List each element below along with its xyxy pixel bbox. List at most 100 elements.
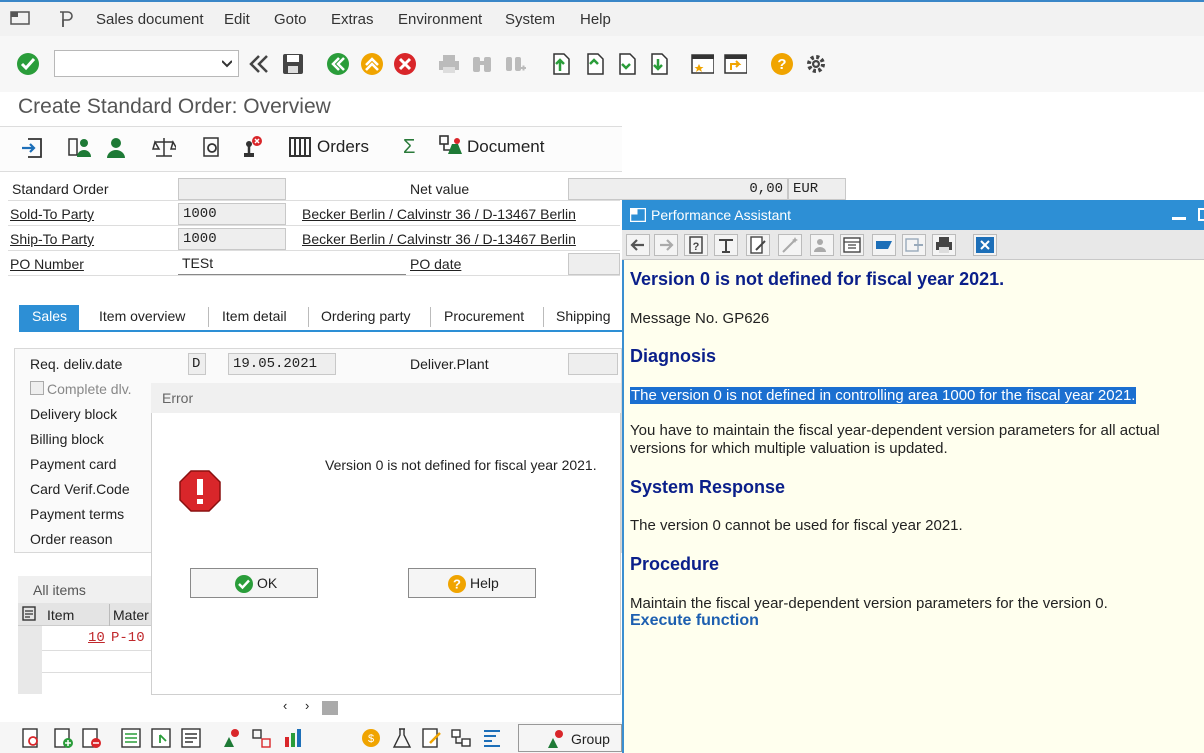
- last-page-icon[interactable]: [646, 52, 670, 76]
- orders-table-icon[interactable]: [289, 136, 313, 158]
- new-session-icon[interactable]: [690, 52, 714, 76]
- col-material-header[interactable]: Mater: [113, 607, 149, 623]
- balance-scale-icon[interactable]: [152, 135, 176, 159]
- flask-icon[interactable]: [390, 727, 414, 749]
- orders-button[interactable]: Orders: [317, 137, 369, 157]
- error-dialog-title: Error: [162, 390, 194, 406]
- technical-info-icon[interactable]: ?: [684, 234, 708, 256]
- scroll-thumb[interactable]: [322, 701, 338, 715]
- pricing-chart-icon[interactable]: [282, 727, 306, 749]
- menu-goto[interactable]: Goto: [274, 11, 307, 28]
- printer-icon[interactable]: [932, 234, 956, 256]
- menu-environment[interactable]: Environment: [398, 11, 482, 28]
- chevron-down-icon[interactable]: [222, 60, 232, 68]
- sigma-icon[interactable]: Σ: [403, 136, 415, 159]
- tab-shipping[interactable]: Shipping: [556, 305, 611, 329]
- insert-row-icon[interactable]: [52, 727, 74, 749]
- col-item-header[interactable]: Item: [47, 607, 74, 623]
- scroll-right-icon[interactable]: ›: [305, 698, 309, 713]
- enter-check-icon[interactable]: [16, 52, 40, 76]
- group-button[interactable]: Group: [518, 724, 622, 752]
- print-preview-icon[interactable]: [200, 135, 224, 159]
- sap-menu-icon[interactable]: [10, 10, 30, 26]
- configuration-icon[interactable]: [220, 727, 244, 749]
- cancel-icon[interactable]: [393, 52, 417, 76]
- req-deliv-date-field[interactable]: 19.05.2021: [228, 353, 336, 375]
- help-button[interactable]: ? Help: [408, 568, 536, 598]
- delete-block-icon[interactable]: [238, 135, 264, 159]
- complete-dlv-checkbox[interactable]: [30, 381, 44, 395]
- sort-icon[interactable]: [480, 727, 504, 749]
- ship-to-field[interactable]: 1000: [178, 228, 286, 250]
- sold-to-label[interactable]: Sold-To Party: [10, 206, 94, 222]
- order-number-field[interactable]: [178, 178, 286, 200]
- exit-icon[interactable]: [360, 52, 384, 76]
- tab-ordering-party[interactable]: Ordering party: [321, 305, 410, 329]
- close-panel-icon[interactable]: [973, 234, 997, 256]
- tab-procurement[interactable]: Procurement: [444, 305, 524, 329]
- sold-to-field[interactable]: 1000: [178, 203, 286, 225]
- collapse-command-icon[interactable]: [247, 52, 271, 76]
- select-all-icon[interactable]: [120, 727, 142, 749]
- menu-system[interactable]: System: [505, 11, 555, 28]
- deliver-plant-field[interactable]: [568, 353, 618, 375]
- schedule-lines-icon[interactable]: [250, 727, 274, 749]
- document-flow-icon[interactable]: [438, 134, 464, 160]
- ship-to-address[interactable]: Becker Berlin / Calvinstr 36 / D-13467 B…: [302, 231, 576, 247]
- minimize-icon[interactable]: [1172, 217, 1186, 220]
- display-document-icon[interactable]: [20, 136, 44, 160]
- maximize-icon[interactable]: [1198, 208, 1204, 221]
- delivery-block-label: Delivery block: [30, 406, 118, 422]
- scroll-left-icon[interactable]: ‹: [283, 698, 287, 713]
- calendar-icon[interactable]: [840, 234, 864, 256]
- req-deliv-date-label: Req. deliv.date: [30, 356, 123, 372]
- deselect-all-icon[interactable]: [180, 727, 202, 749]
- save-icon[interactable]: [281, 52, 305, 76]
- row-material-value[interactable]: P-10: [111, 630, 145, 646]
- bookmark-icon[interactable]: [872, 234, 896, 256]
- window-icon: [630, 208, 646, 222]
- po-date-label[interactable]: PO date: [410, 256, 461, 272]
- tab-sales[interactable]: Sales: [32, 305, 67, 329]
- menu-extras[interactable]: Extras: [331, 11, 374, 28]
- first-page-icon[interactable]: [548, 52, 572, 76]
- next-page-icon[interactable]: [614, 52, 638, 76]
- menu-edit[interactable]: Edit: [224, 11, 250, 28]
- table-settings-icon[interactable]: [22, 606, 38, 622]
- ok-button[interactable]: OK: [190, 568, 318, 598]
- tab-item-detail[interactable]: Item detail: [222, 305, 287, 329]
- settings-gear-icon[interactable]: [804, 52, 828, 76]
- po-date-field[interactable]: [568, 253, 620, 275]
- ship-to-label[interactable]: Ship-To Party: [10, 231, 94, 247]
- structure-icon[interactable]: [450, 727, 474, 749]
- po-number-field[interactable]: TESt: [178, 253, 406, 275]
- command-field[interactable]: [54, 50, 239, 77]
- req-deliv-type-field[interactable]: D: [188, 353, 206, 375]
- delete-row-icon[interactable]: [80, 727, 102, 749]
- menu-help[interactable]: Help: [580, 11, 611, 28]
- performance-assistant-toolbar: ?: [622, 230, 1204, 260]
- select-block-icon[interactable]: [150, 727, 172, 749]
- help-icon[interactable]: ?: [770, 52, 794, 76]
- previous-page-icon[interactable]: [582, 52, 606, 76]
- back-icon[interactable]: [326, 52, 350, 76]
- business-partner-icon[interactable]: [68, 135, 92, 159]
- edit-document-icon[interactable]: [746, 234, 770, 256]
- po-number-label[interactable]: PO Number: [10, 256, 84, 272]
- execute-function-link[interactable]: Execute function: [630, 612, 759, 630]
- find-icon: [473, 57, 491, 72]
- edit-note-icon[interactable]: [420, 727, 444, 749]
- row-item-value[interactable]: 10: [88, 630, 105, 646]
- tools-icon[interactable]: [714, 234, 738, 256]
- pa-diagnosis-selected[interactable]: The version 0 is not defined in controll…: [630, 387, 1137, 404]
- partner-icon[interactable]: [104, 135, 128, 159]
- item-detail-icon[interactable]: [20, 727, 42, 749]
- sold-to-address[interactable]: Becker Berlin / Calvinstr 36 / D-13467 B…: [302, 206, 576, 222]
- back-arrow-icon[interactable]: [626, 234, 650, 256]
- currency-icon[interactable]: $: [360, 727, 382, 749]
- menu-sales-document[interactable]: Sales document: [96, 11, 204, 28]
- document-button[interactable]: Document: [467, 137, 544, 157]
- shortcut-icon[interactable]: [723, 52, 747, 76]
- user-menu-icon[interactable]: [56, 9, 76, 29]
- tab-item-overview[interactable]: Item overview: [99, 305, 185, 329]
